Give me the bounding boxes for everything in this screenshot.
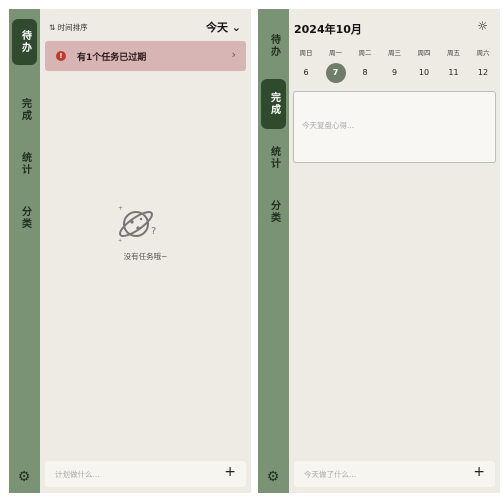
- sidebar-item-done[interactable]: 完成: [12, 95, 37, 125]
- date-cell[interactable]: 6: [293, 63, 319, 83]
- review-textarea[interactable]: 今天复盘心得...: [293, 91, 496, 163]
- weekday-label: 周三: [388, 49, 401, 57]
- add-icon[interactable]: +: [224, 464, 236, 480]
- todo-screen: 待办 完成 统计 分类 ⚙ ⇅ 时间排序 今天 ⌄ ! 有1个任务已过期 › ?…: [9, 9, 251, 493]
- date-cell[interactable]: 10: [411, 63, 437, 83]
- chevron-right-icon: ›: [231, 48, 236, 61]
- svg-text:?: ?: [151, 226, 156, 237]
- weekday-row: 周日 周一 周二 周三 周四 周五 周六: [293, 47, 496, 57]
- sort-button[interactable]: ⇅ 时间排序: [49, 22, 88, 33]
- sun-icon[interactable]: ☼: [477, 19, 488, 33]
- overdue-text: 有1个任务已过期: [77, 53, 147, 63]
- svg-text:+: +: [118, 205, 123, 212]
- sidebar: 待办 完成 统计 分类 ⚙: [9, 9, 40, 493]
- weekday-label: 周六: [476, 49, 490, 57]
- sidebar-item-stats[interactable]: 统计: [12, 149, 37, 179]
- alert-icon: !: [56, 51, 66, 61]
- selected-date: 7: [325, 63, 346, 83]
- weekday-label: 周二: [358, 49, 372, 57]
- weekday-label: 周日: [299, 49, 313, 57]
- main-panel: 2024年10月 ☼ 周日 周一 周二 周三 周四 周五 周六 6 7 8 9 …: [289, 9, 500, 493]
- date-row: 6 7 8 9 10 11 12: [293, 63, 496, 83]
- add-icon[interactable]: +: [473, 464, 485, 480]
- sidebar-item-category[interactable]: 分类: [261, 197, 286, 227]
- date-cell[interactable]: 9: [382, 63, 408, 83]
- gear-icon[interactable]: ⚙: [265, 469, 281, 485]
- month-title: 2024年10月: [294, 23, 362, 36]
- task-input-placeholder: 计划做什么...: [55, 470, 100, 479]
- weekday-label: 周一: [329, 49, 342, 57]
- overdue-banner[interactable]: ! 有1个任务已过期 ›: [45, 41, 246, 71]
- svg-text:+: +: [118, 238, 122, 244]
- main-panel: ⇅ 时间排序 今天 ⌄ ! 有1个任务已过期 › ? + + 没有任务哦~ 计划…: [40, 9, 251, 493]
- done-input-placeholder: 今天做了什么...: [304, 470, 357, 479]
- done-screen: 待办 完成 统计 分类 ⚙ 2024年10月 ☼ 周日 周一 周二 周三 周四 …: [258, 9, 500, 493]
- review-placeholder: 今天复盘心得...: [302, 121, 355, 130]
- date-cell[interactable]: 12: [470, 63, 496, 83]
- sidebar-item-category[interactable]: 分类: [12, 203, 37, 233]
- date-cell[interactable]: 8: [352, 63, 378, 83]
- date-filter-dropdown[interactable]: 今天 ⌄: [206, 19, 241, 35]
- task-input[interactable]: 计划做什么... +: [45, 461, 246, 487]
- gear-icon[interactable]: ⚙: [16, 469, 32, 485]
- planet-icon: ? + +: [118, 205, 156, 244]
- sidebar-item-todo[interactable]: 待办: [12, 19, 37, 65]
- sidebar-item-stats[interactable]: 统计: [261, 143, 286, 173]
- sidebar: 待办 完成 统计 分类 ⚙: [258, 9, 289, 493]
- date-cell-selected[interactable]: 7: [323, 63, 349, 83]
- sidebar-item-todo[interactable]: 待办: [261, 31, 286, 61]
- empty-state-text: 没有任务哦~: [123, 252, 168, 261]
- weekday-label: 周四: [417, 49, 431, 57]
- date-cell[interactable]: 11: [441, 63, 467, 83]
- weekday-label: 周五: [447, 49, 460, 57]
- done-input[interactable]: 今天做了什么... +: [294, 461, 495, 487]
- sidebar-item-done[interactable]: 完成: [261, 79, 286, 129]
